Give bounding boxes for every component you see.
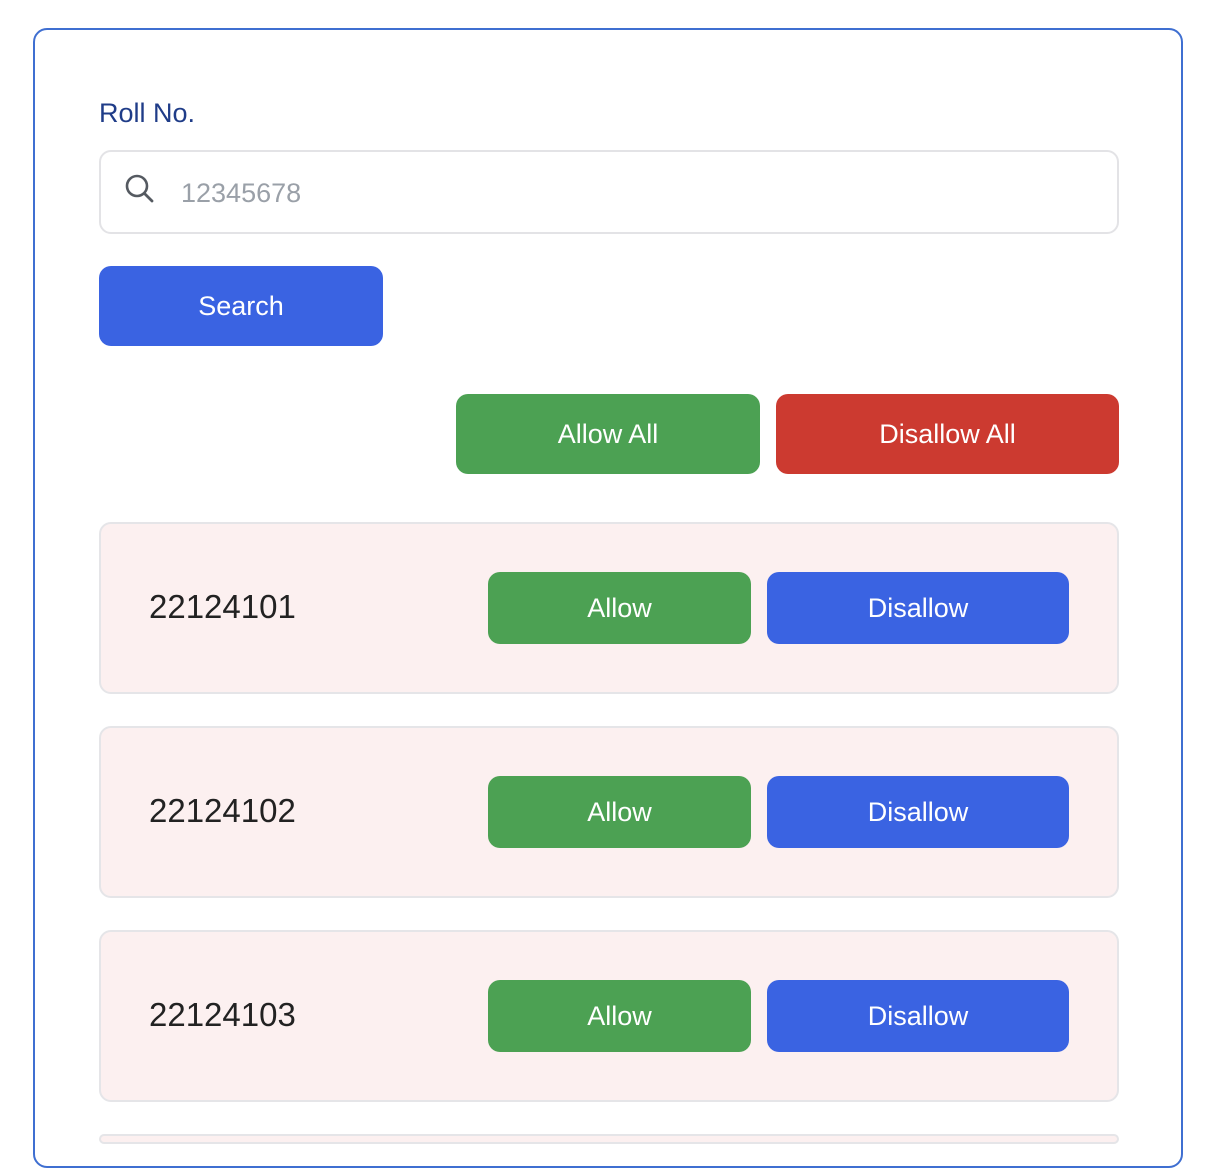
allow-button[interactable]: Allow: [488, 980, 751, 1052]
roll-no-label: Roll No.: [99, 98, 196, 128]
search-icon: [123, 172, 157, 206]
allow-all-button[interactable]: Allow All: [456, 394, 760, 474]
disallow-all-button[interactable]: Disallow All: [776, 394, 1119, 474]
disallow-button[interactable]: Disallow: [767, 980, 1069, 1052]
roll-number: 22124102: [149, 792, 296, 829]
roll-number: 22124103: [149, 996, 296, 1033]
list-item: 22124103 Allow Disallow: [99, 930, 1119, 1102]
list-item: 22124101 Allow Disallow: [99, 522, 1119, 694]
search-button[interactable]: Search: [99, 266, 383, 346]
list-item-partial: [99, 1134, 1119, 1144]
roll-number: 22124101: [149, 588, 296, 625]
search-input[interactable]: [179, 166, 1083, 220]
disallow-button[interactable]: Disallow: [767, 776, 1069, 848]
list-item: 22124102 Allow Disallow: [99, 726, 1119, 898]
allow-button[interactable]: Allow: [488, 572, 751, 644]
disallow-button[interactable]: Disallow: [767, 572, 1069, 644]
allow-button[interactable]: Allow: [488, 776, 751, 848]
search-field[interactable]: [99, 150, 1119, 234]
